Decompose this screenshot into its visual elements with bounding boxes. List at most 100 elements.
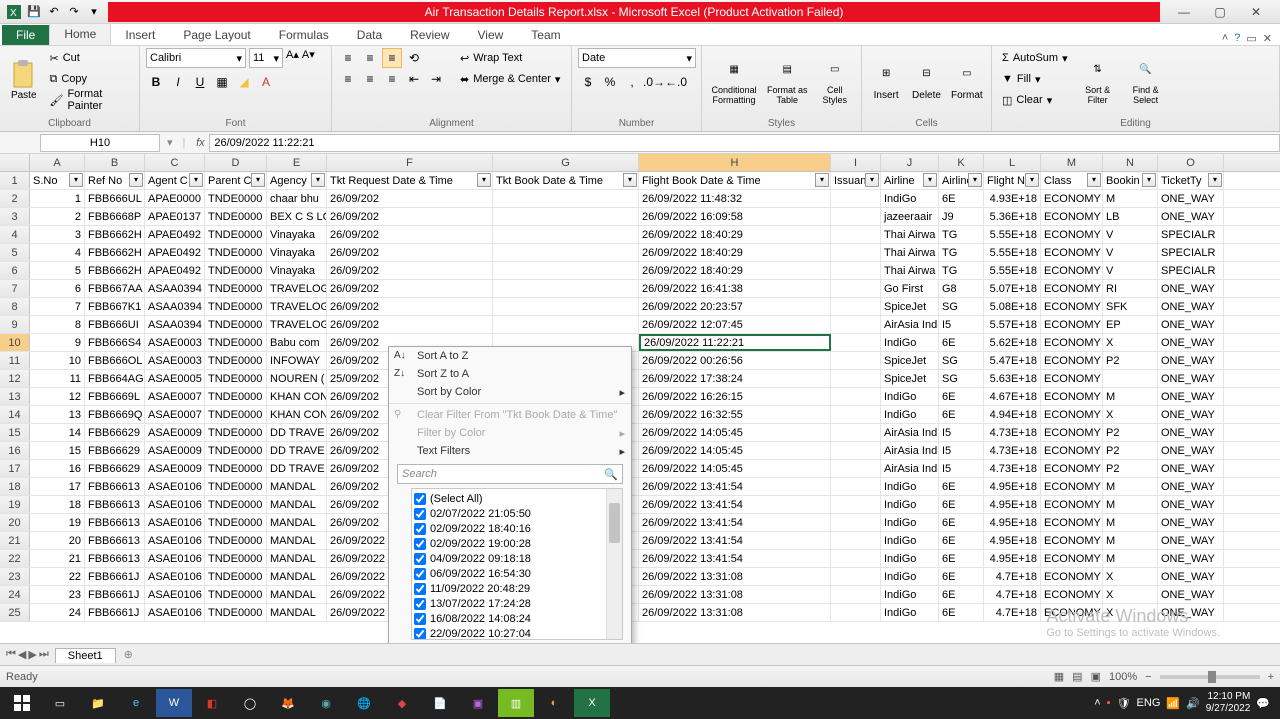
cell[interactable]: ECONOMY [1041,496,1103,513]
cell[interactable]: FBB66613 [85,532,145,549]
app-icon-2[interactable]: ◯ [232,689,268,717]
column-filter-header[interactable]: Agent C▾ [145,172,205,189]
cell[interactable]: NOUREN ( [267,370,327,387]
cell[interactable]: 22 [30,568,85,585]
cell[interactable]: SpiceJet [881,298,939,315]
cell[interactable]: TNDE0000 [205,190,267,207]
column-filter-header[interactable]: Agency▾ [267,172,327,189]
tab-insert[interactable]: Insert [111,25,169,45]
cell[interactable]: ASAE0106 [145,532,205,549]
column-filter-header[interactable]: Tkt Book Date & Time▾ [493,172,639,189]
filter-checklist[interactable]: (Select All)02/07/2022 21:05:5002/09/202… [411,488,623,640]
cell[interactable]: TRAVELOG [267,316,327,333]
cell[interactable]: AirAsia Ind [881,442,939,459]
cell[interactable]: TNDE0000 [205,262,267,279]
cell[interactable] [831,208,881,225]
cut-button[interactable]: ✂Cut [45,48,133,68]
cell[interactable]: IndiGo [881,334,939,351]
cell[interactable]: 26/09/2022 00:26:56 [639,352,831,369]
cell[interactable]: TNDE0000 [205,334,267,351]
tray-chevron-icon[interactable]: ˄ [1094,697,1100,709]
cell[interactable]: P2 [1103,424,1158,441]
cell[interactable]: 20 [30,532,85,549]
cell[interactable]: MANDAL [267,532,327,549]
filter-check-item[interactable]: 02/09/2022 19:00:28 [414,536,620,551]
cell[interactable]: MANDAL [267,604,327,621]
cell[interactable]: ASAE0106 [145,496,205,513]
column-filter-header[interactable]: Flight Book Date & Time▾ [639,172,831,189]
filter-dropdown-icon[interactable]: ▾ [865,173,879,187]
fill-color-button[interactable]: ◢ [234,72,254,92]
cell[interactable] [831,352,881,369]
cell[interactable]: ONE_WAY [1158,586,1224,603]
cell[interactable]: ECONOMY [1041,532,1103,549]
cell[interactable]: ASAE0007 [145,406,205,423]
filter-dropdown-icon[interactable]: ▾ [1208,173,1222,187]
cell[interactable]: IndiGo [881,496,939,513]
cell[interactable]: M [1103,496,1158,513]
cell[interactable]: ONE_WAY [1158,388,1224,405]
column-header[interactable]: C [145,154,205,171]
cell[interactable] [831,514,881,531]
filter-check-item[interactable]: 02/09/2022 18:40:16 [414,521,620,536]
cell[interactable]: 7 [30,298,85,315]
tab-nav-prev-icon[interactable]: ◀ [18,648,26,661]
cell[interactable]: 5.55E+18 [984,226,1041,243]
cell[interactable]: TNDE0000 [205,352,267,369]
cell[interactable]: ONE_WAY [1158,208,1224,225]
cell[interactable]: APAE0492 [145,244,205,261]
cell[interactable]: ASAE0009 [145,424,205,441]
filter-check-item[interactable]: 13/07/2022 17:24:28 [414,596,620,611]
cell[interactable]: TNDE0000 [205,316,267,333]
cell[interactable]: MANDAL [267,586,327,603]
cell[interactable]: APAE0492 [145,226,205,243]
column-header[interactable]: M [1041,154,1103,171]
cell[interactable]: 16 [30,460,85,477]
cell[interactable]: ONE_WAY [1158,568,1224,585]
sort-by-color-item[interactable]: Sort by Color▸ [389,383,631,401]
cell[interactable]: 6E [939,550,984,567]
row-header[interactable]: 7 [0,280,30,297]
cell[interactable]: M [1103,478,1158,495]
align-center-icon[interactable]: ≡ [360,69,380,89]
cell[interactable]: TNDE0000 [205,370,267,387]
cell[interactable]: KHAN CON [267,388,327,405]
cell[interactable]: 4.7E+18 [984,604,1041,621]
cell[interactable]: I5 [939,442,984,459]
column-header[interactable]: L [984,154,1041,171]
cell[interactable]: TG [939,244,984,261]
cell[interactable]: FBB66629 [85,424,145,441]
cell[interactable] [493,262,639,279]
filter-dropdown-icon[interactable]: ▾ [923,173,937,187]
filter-search-input[interactable]: Search🔍 [397,464,623,484]
cell[interactable]: 10 [30,352,85,369]
cell[interactable] [493,226,639,243]
row-header[interactable]: 23 [0,568,30,585]
cell[interactable]: MANDAL [267,496,327,513]
cell[interactable]: IndiGo [881,388,939,405]
cell[interactable]: 26/09/2022 12:07:45 [639,316,831,333]
cell[interactable]: ECONOMY [1041,280,1103,297]
clear-button[interactable]: ◫Clear▾ [998,90,1072,110]
app-icon-4[interactable]: ◆ [384,689,420,717]
cell[interactable]: ONE_WAY [1158,370,1224,387]
filter-dropdown-icon[interactable]: ▾ [623,173,637,187]
cell[interactable]: 24 [30,604,85,621]
help-icon[interactable]: ? [1234,32,1240,45]
cell[interactable]: 6E [939,388,984,405]
align-top-icon[interactable]: ≡ [338,48,358,68]
cell[interactable] [493,298,639,315]
tray-wifi-icon[interactable]: 📶 [1166,697,1180,710]
cell[interactable]: ONE_WAY [1158,514,1224,531]
filter-dropdown-icon[interactable]: ▾ [189,173,203,187]
cell[interactable]: 26/09/2022 11:22:21 [639,334,831,351]
filter-dropdown-icon[interactable]: ▾ [251,173,265,187]
cell[interactable]: ONE_WAY [1158,190,1224,207]
cell[interactable]: 26/09/2022 13:31:08 [639,604,831,621]
cell[interactable]: FBB66613 [85,478,145,495]
cell[interactable]: FBB66629 [85,460,145,477]
row-header[interactable]: 17 [0,460,30,477]
cell[interactable]: ASAE0009 [145,460,205,477]
cell[interactable] [831,190,881,207]
cell[interactable] [831,442,881,459]
